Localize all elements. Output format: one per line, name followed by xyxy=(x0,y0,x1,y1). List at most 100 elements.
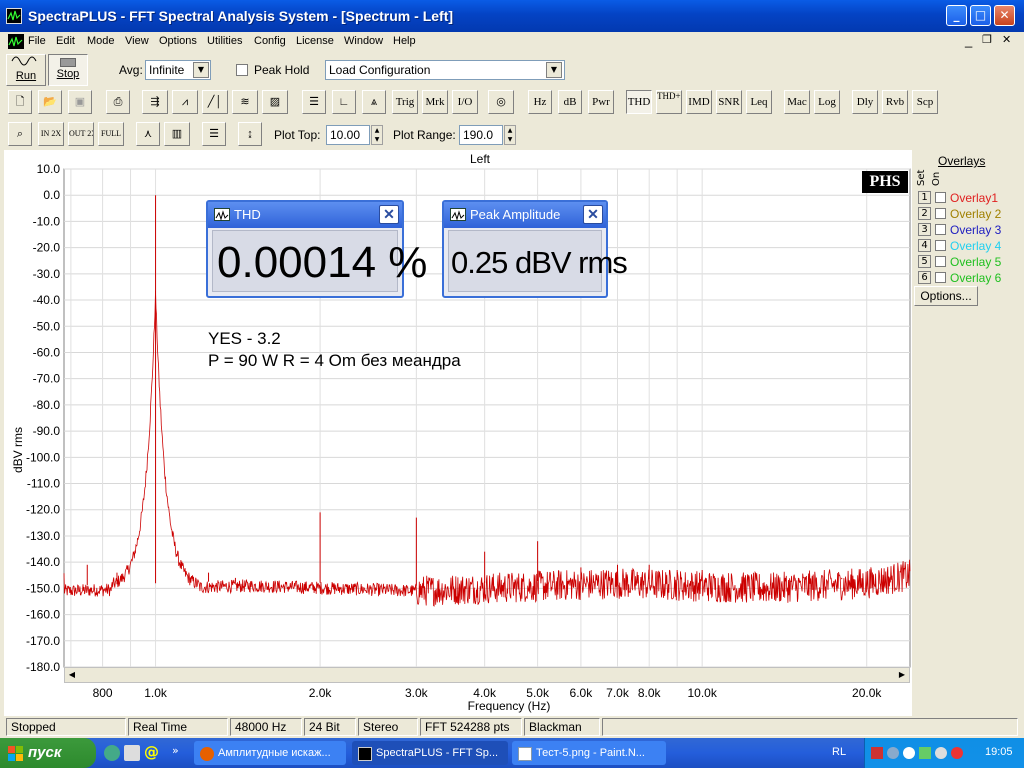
zoom-button[interactable]: ⌕ xyxy=(8,122,32,146)
mrk-button[interactable]: Mrk xyxy=(422,90,448,114)
trig-button[interactable]: Trig xyxy=(392,90,418,114)
snr-button[interactable]: SNR xyxy=(716,90,742,114)
menu-options[interactable]: Options xyxy=(159,35,197,47)
overlay-3-set-button[interactable]: 3 xyxy=(918,223,931,236)
scroll-right-icon[interactable]: ▶ xyxy=(895,668,909,682)
thd-meter[interactable]: THD ✕ 0.00014 % xyxy=(206,200,427,298)
config-dropdown-icon[interactable]: ▼ xyxy=(546,62,562,78)
menu-mode[interactable]: Mode xyxy=(87,35,115,47)
task-spectraplus[interactable]: SpectraPLUS - FFT Sp... xyxy=(352,741,508,765)
scroll-left-icon[interactable]: ◀ xyxy=(65,668,79,682)
menu-window[interactable]: Window xyxy=(344,35,383,47)
scale-button[interactable]: ↨ xyxy=(238,122,262,146)
menu-file[interactable]: File xyxy=(28,35,46,47)
thd-button[interactable]: THD xyxy=(626,90,652,114)
quicklaunch-more-icon[interactable]: » xyxy=(172,744,179,757)
sawtooth-button[interactable]: ╱│ xyxy=(202,90,228,114)
imd-button[interactable]: IMD xyxy=(686,90,712,114)
peak-hold-checkbox[interactable] xyxy=(236,64,248,76)
log-button[interactable]: Log xyxy=(814,90,840,114)
mdi-close-icon[interactable]: ✕ xyxy=(1002,33,1011,46)
tray-icon-6[interactable] xyxy=(951,747,963,759)
plot-range-spinner[interactable]: ▲ ▼ xyxy=(504,125,516,145)
mdi-minimize-icon[interactable]: _ xyxy=(965,33,972,48)
x-scrollbar[interactable]: ◀ ▶ xyxy=(64,667,910,683)
generator-button[interactable]: ◎ xyxy=(488,90,514,114)
leq-button[interactable]: Leq xyxy=(746,90,772,114)
menu-utilities[interactable]: Utilities xyxy=(207,35,242,47)
task-paint[interactable]: Тест-5.png - Paint.N... xyxy=(512,741,666,765)
tray-icon-1[interactable] xyxy=(871,747,883,759)
overlay-row-1[interactable]: 1 Overlay1 xyxy=(912,190,1024,206)
dly-button[interactable]: Dly xyxy=(852,90,878,114)
menu-view[interactable]: View xyxy=(125,35,149,47)
avg-dropdown-icon[interactable]: ▼ xyxy=(193,62,209,78)
tray-volume-icon[interactable] xyxy=(935,747,947,759)
peak-meter-header[interactable]: Peak Amplitude ✕ xyxy=(444,202,606,228)
overlay-row-3[interactable]: 3 Overlay 3 xyxy=(912,222,1024,238)
tray-icon-3[interactable] xyxy=(903,747,915,759)
signal-chain-button[interactable]: ⇶ xyxy=(142,90,168,114)
plot-top-spinner[interactable]: ▲ ▼ xyxy=(371,125,383,145)
plot-settings-button[interactable]: ☰ xyxy=(202,122,226,146)
overlay-2-set-button[interactable]: 2 xyxy=(918,207,931,220)
menu-license[interactable]: License xyxy=(296,35,334,47)
waterfall-button[interactable]: ≋ xyxy=(232,90,258,114)
tray-icon-2[interactable] xyxy=(887,747,899,759)
minimize-button[interactable]: _ xyxy=(946,5,967,26)
overlay-4-set-button[interactable]: 4 xyxy=(918,239,931,252)
overlay-options-button[interactable]: Options... xyxy=(914,286,978,306)
overlay-2-checkbox[interactable] xyxy=(935,208,946,219)
save-button[interactable]: ▣ xyxy=(68,90,92,114)
peak-amplitude-meter[interactable]: Peak Amplitude ✕ 0.25 dBV rms xyxy=(442,200,628,298)
calibrate-button[interactable]: ⩓ xyxy=(362,90,386,114)
overlay-row-6[interactable]: 6 Overlay 6 xyxy=(912,270,1024,286)
line-plot-button[interactable]: ⋏ xyxy=(136,122,160,146)
io-button[interactable]: I/O xyxy=(452,90,478,114)
run-button[interactable]: Run xyxy=(6,54,46,86)
quicklaunch-desktop-icon[interactable] xyxy=(124,745,140,761)
plot-range-input[interactable]: 190.0 xyxy=(459,125,503,145)
zoom-in-2x-button[interactable]: IN 2X xyxy=(38,122,64,146)
menu-help[interactable]: Help xyxy=(393,35,416,47)
new-file-button[interactable]: 🗋 xyxy=(8,90,32,114)
title-bar[interactable]: SpectraPLUS - FFT Spectral Analysis Syst… xyxy=(0,0,1024,32)
mac-button[interactable]: Mac xyxy=(784,90,810,114)
view-settings-button[interactable]: ☰ xyxy=(302,90,326,114)
print-button[interactable]: ⎙ xyxy=(106,90,130,114)
task-browser[interactable]: Амплитудные искаж... xyxy=(194,741,346,765)
zoom-full-button[interactable]: FULL xyxy=(98,122,124,146)
thd-meter-close-icon[interactable]: ✕ xyxy=(379,205,399,224)
zoom-out-2x-button[interactable]: OUT 2X xyxy=(68,122,94,146)
language-indicator[interactable]: RL xyxy=(832,746,846,758)
scp-button[interactable]: Scp xyxy=(912,90,938,114)
quicklaunch-browser-icon[interactable] xyxy=(104,745,120,761)
overlay-1-set-button[interactable]: 1 xyxy=(918,191,931,204)
overlay-1-checkbox[interactable] xyxy=(935,192,946,203)
maximize-button[interactable]: □ xyxy=(970,5,991,26)
rvb-button[interactable]: Rvb xyxy=(882,90,908,114)
configuration-select[interactable]: Load Configuration xyxy=(325,60,565,80)
tray-icon-4[interactable] xyxy=(919,747,931,759)
plot-top-input[interactable]: 10.00 xyxy=(326,125,370,145)
overlay-5-set-button[interactable]: 5 xyxy=(918,255,931,268)
menu-config[interactable]: Config xyxy=(254,35,286,47)
db-button[interactable]: dB xyxy=(558,90,582,114)
menu-edit[interactable]: Edit xyxy=(56,35,75,47)
mdi-icon[interactable] xyxy=(8,34,24,49)
overlay-row-5[interactable]: 5 Overlay 5 xyxy=(912,254,1024,270)
bar-plot-button[interactable]: ▥ xyxy=(164,122,190,146)
thd-meter-header[interactable]: THD ✕ xyxy=(208,202,402,228)
quicklaunch-at-icon[interactable]: @ xyxy=(144,743,159,761)
overlay-3-checkbox[interactable] xyxy=(935,224,946,235)
overlay-4-checkbox[interactable] xyxy=(935,240,946,251)
axis-button[interactable]: ∟ xyxy=(332,90,356,114)
open-file-button[interactable]: 📂 xyxy=(38,90,62,114)
peak-meter-close-icon[interactable]: ✕ xyxy=(583,205,603,224)
thd-n-button[interactable]: THD+N xyxy=(656,90,682,114)
close-button[interactable]: ✕ xyxy=(994,5,1015,26)
overlay-row-4[interactable]: 4 Overlay 4 xyxy=(912,238,1024,254)
spectrum-graph-button[interactable]: ⩘ xyxy=(172,90,198,114)
hz-button[interactable]: Hz xyxy=(528,90,552,114)
pwr-button[interactable]: Pwr xyxy=(588,90,614,114)
